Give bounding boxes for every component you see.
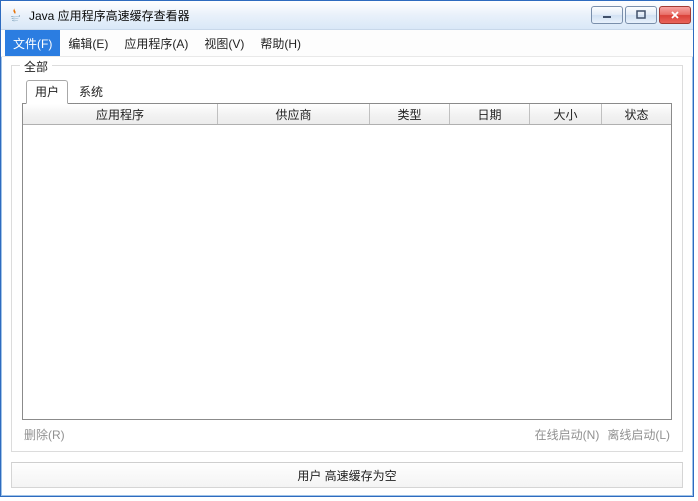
status-text: 用户 高速缓存为空 xyxy=(297,467,396,484)
online-launch-button[interactable]: 在线启动(N) xyxy=(535,426,600,443)
window-title: Java 应用程序高速缓存查看器 xyxy=(29,7,591,24)
column-type[interactable]: 类型 xyxy=(370,104,450,124)
tab-system[interactable]: 系统 xyxy=(70,80,112,104)
menu-edit[interactable]: 编辑(E) xyxy=(60,30,116,56)
java-icon xyxy=(7,7,23,23)
delete-button[interactable]: 删除(R) xyxy=(24,426,65,443)
status-bar: 用户 高速缓存为空 xyxy=(11,462,683,488)
title-bar: Java 应用程序高速缓存查看器 xyxy=(1,1,693,30)
column-date[interactable]: 日期 xyxy=(450,104,530,124)
minimize-button[interactable] xyxy=(591,6,623,24)
column-vendor[interactable]: 供应商 xyxy=(218,104,370,124)
menu-help[interactable]: 帮助(H) xyxy=(252,30,309,56)
all-groupbox: 全部 用户 系统 应用程序 供应商 类型 日期 大小 状态 删除(R) xyxy=(11,65,683,452)
column-status[interactable]: 状态 xyxy=(602,104,671,124)
cache-table: 应用程序 供应商 类型 日期 大小 状态 xyxy=(22,103,672,420)
menu-view[interactable]: 视图(V) xyxy=(196,30,252,56)
table-body[interactable] xyxy=(23,125,671,419)
tab-strip: 用户 系统 xyxy=(22,80,672,104)
offline-launch-button[interactable]: 离线启动(L) xyxy=(607,426,670,443)
action-row: 删除(R) 在线启动(N) 离线启动(L) xyxy=(22,420,672,443)
menu-application[interactable]: 应用程序(A) xyxy=(116,30,196,56)
table-header: 应用程序 供应商 类型 日期 大小 状态 xyxy=(23,104,671,125)
close-button[interactable] xyxy=(659,6,691,24)
menu-bar: 文件(F) 编辑(E) 应用程序(A) 视图(V) 帮助(H) xyxy=(1,30,693,57)
groupbox-label: 全部 xyxy=(20,58,52,75)
column-size[interactable]: 大小 xyxy=(530,104,602,124)
content-area: 全部 用户 系统 应用程序 供应商 类型 日期 大小 状态 删除(R) xyxy=(1,57,693,458)
menu-file[interactable]: 文件(F) xyxy=(5,30,60,56)
maximize-button[interactable] xyxy=(625,6,657,24)
tab-user[interactable]: 用户 xyxy=(26,80,68,104)
column-application[interactable]: 应用程序 xyxy=(23,104,218,124)
window: Java 应用程序高速缓存查看器 文件(F) 编辑(E) 应用程序(A) 视图(… xyxy=(0,0,694,497)
window-buttons xyxy=(591,6,691,24)
